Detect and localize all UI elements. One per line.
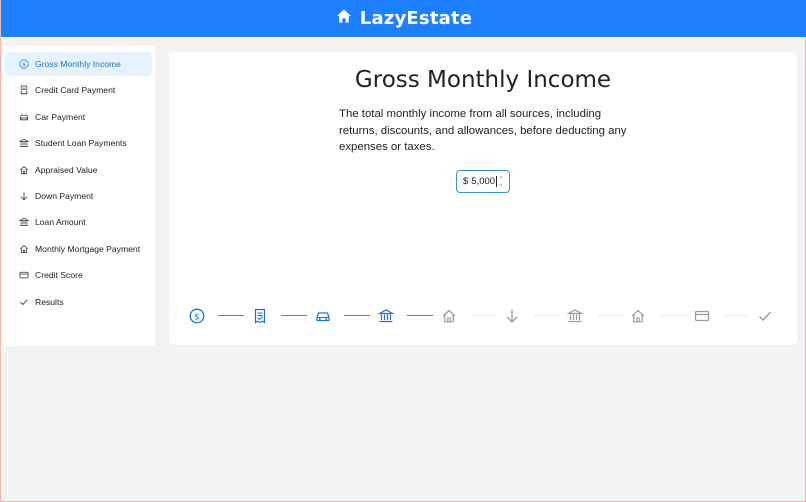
step-description: The total monthly income from all source… xyxy=(339,108,627,153)
receipt-icon xyxy=(18,84,30,96)
income-value[interactable]: 5,000 xyxy=(471,176,495,187)
sidebar-item-student-loan-payments[interactable]: Student Loan Payments xyxy=(5,131,152,155)
arrow-down-icon xyxy=(18,190,30,202)
sidebar-item-loan-amount[interactable]: Loan Amount xyxy=(5,210,152,234)
credit-card-icon xyxy=(18,269,30,281)
step-10-check-icon[interactable] xyxy=(756,307,774,325)
step-connector xyxy=(723,315,749,316)
step-8-home-icon[interactable] xyxy=(629,307,647,325)
spin-up-icon[interactable]: ▲ xyxy=(499,174,504,180)
sidebar-item-label: Student Loan Payments xyxy=(35,138,127,149)
svg-text:$: $ xyxy=(22,62,26,68)
step-5-home-icon[interactable] xyxy=(440,307,458,325)
step-connector xyxy=(597,315,623,316)
number-spinner[interactable]: ▲ ▼ xyxy=(497,174,505,189)
sidebar-item-label: Down Payment xyxy=(35,190,94,201)
step-3-car-icon[interactable] xyxy=(314,307,332,325)
sidebar-item-label: Gross Monthly Income xyxy=(35,59,121,69)
app-logo[interactable]: LazyEstate xyxy=(336,8,472,29)
spin-down-icon[interactable]: ▼ xyxy=(499,183,504,189)
home-icon xyxy=(336,8,352,29)
sidebar-item-car-payment[interactable]: Car Payment xyxy=(5,105,152,129)
app-title: LazyEstate xyxy=(359,8,473,29)
step-1-dollar-circle-icon[interactable]: $ xyxy=(188,307,206,325)
step-connector xyxy=(407,315,433,316)
step-9-credit-card-icon[interactable] xyxy=(693,307,711,325)
sidebar-item-label: Credit Card Payment xyxy=(35,85,116,96)
car-icon xyxy=(18,111,30,123)
step-connector xyxy=(218,315,244,316)
sidebar-item-label: Results xyxy=(35,296,64,307)
step-7-bank-icon[interactable] xyxy=(566,307,584,325)
currency-prefix: $ xyxy=(463,176,469,187)
sidebar-item-label: Appraised Value xyxy=(35,164,98,175)
sidebar-item-credit-score[interactable]: Credit Score xyxy=(5,263,152,287)
income-amount-input[interactable]: $ 5,000 ▲ ▼ xyxy=(456,170,510,193)
check-icon xyxy=(18,296,30,308)
sidebar-item-monthly-mortgage-payment[interactable]: Monthly Mortgage Payment xyxy=(5,237,152,261)
home-icon xyxy=(18,164,30,176)
step-connector xyxy=(533,315,559,316)
sidebar-item-gross-monthly-income[interactable]: $ Gross Monthly Income xyxy=(5,52,152,76)
dollar-circle-icon: $ xyxy=(18,58,30,70)
step-connector xyxy=(344,315,370,316)
bank-icon xyxy=(18,137,30,149)
step-connector xyxy=(470,315,496,316)
sidebar-item-label: Loan Amount xyxy=(35,217,86,228)
progress-stepper: $ xyxy=(169,304,797,328)
sidebar-item-label: Monthly Mortgage Payment xyxy=(35,243,141,254)
sidebar-item-label: Credit Score xyxy=(35,270,83,281)
step-card: Gross Monthly Income The total monthly i… xyxy=(169,52,797,345)
sidebar: $ Gross Monthly Income Credit Card Payme… xyxy=(3,46,155,346)
svg-text:$: $ xyxy=(194,312,200,322)
sidebar-item-results[interactable]: Results xyxy=(5,290,152,314)
step-2-receipt-icon[interactable] xyxy=(251,307,269,325)
sidebar-item-appraised-value[interactable]: Appraised Value xyxy=(5,158,152,182)
bank-icon xyxy=(18,216,30,228)
step-connector xyxy=(660,315,686,316)
step-connector xyxy=(281,315,307,316)
sidebar-item-down-payment[interactable]: Down Payment xyxy=(5,184,152,208)
step-4-bank-icon[interactable] xyxy=(377,307,395,325)
page-title: Gross Monthly Income xyxy=(354,67,612,93)
home-icon xyxy=(18,243,30,255)
sidebar-item-credit-card-payment[interactable]: Credit Card Payment xyxy=(5,78,152,102)
app-header: LazyEstate xyxy=(1,0,806,37)
sidebar-item-label: Car Payment xyxy=(35,111,86,122)
step-6-arrow-down-icon[interactable] xyxy=(503,307,521,325)
